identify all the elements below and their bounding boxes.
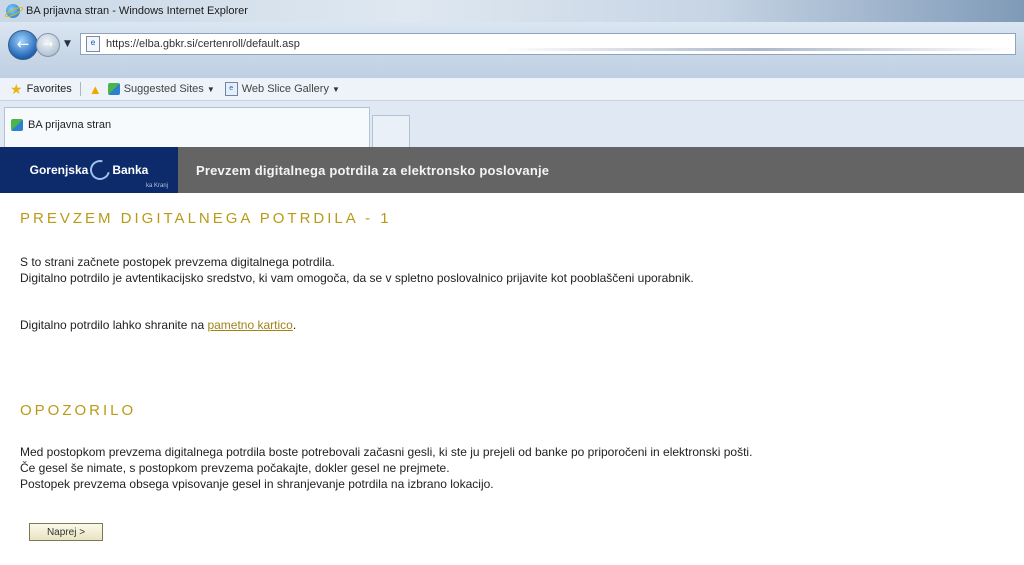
- logo-text-1: Gorenjska: [29, 163, 89, 177]
- intro-line-1: S to strani začnete postopek prevzema di…: [20, 255, 335, 269]
- warning-line-2: Če gesel še nimate, s postopkom prevzema…: [20, 461, 450, 475]
- warning-line-1: Med postopkom prevzema digitalnega potrd…: [20, 445, 753, 459]
- address-bar[interactable]: e https://elba.gbkr.si/certenroll/defaul…: [80, 33, 1016, 55]
- tab-current[interactable]: BA prijavna stran: [4, 107, 370, 147]
- add-favorite-icon[interactable]: ▲: [89, 82, 102, 97]
- navigation-bar: ← → ▼ e https://elba.gbkr.si/certenroll/…: [0, 22, 1024, 78]
- section-title-prevzem: PREVZEM DIGITALNEGA POTRDILA - 1: [20, 210, 392, 227]
- tab-bar: BA prijavna stran: [0, 101, 1024, 147]
- divider: [79, 82, 81, 96]
- page-header-title: Prevzem digitalnega potrdila za elektron…: [196, 162, 550, 178]
- suggested-sites-link[interactable]: Suggested Sites: [124, 83, 204, 95]
- web-slice-icon: e: [224, 82, 238, 96]
- page-header: Gorenjska Banka ka Kranj Prevzem digital…: [0, 147, 1024, 193]
- logo-subtext: ka Kranj: [145, 183, 168, 189]
- site-favicon-icon: [11, 119, 23, 131]
- favorites-button[interactable]: Favorites: [27, 83, 72, 95]
- page-icon: e: [86, 36, 100, 52]
- forward-button[interactable]: →: [36, 33, 60, 57]
- warning-line-3: Postopek prevzema obsega vpisovanje gese…: [20, 477, 494, 491]
- next-button[interactable]: Naprej >: [29, 523, 103, 541]
- web-slice-gallery-link[interactable]: Web Slice Gallery: [242, 83, 329, 95]
- suggested-sites-icon: [107, 83, 120, 95]
- arrow-right-icon: →: [42, 37, 54, 51]
- chevron-down-icon[interactable]: ▼: [207, 85, 215, 94]
- logo-text-2: Banka: [112, 163, 149, 177]
- address-url[interactable]: https://elba.gbkr.si/certenroll/default.…: [106, 38, 300, 50]
- section-title-opozorilo: OPOZORILO: [20, 402, 137, 419]
- favorites-bar: ★ Favorites ▲ Suggested Sites ▼ e Web Sl…: [0, 78, 1024, 101]
- arrow-left-icon: ←: [16, 35, 30, 53]
- internet-explorer-icon: [6, 4, 20, 18]
- chevron-down-icon[interactable]: ▼: [332, 85, 340, 94]
- favorites-star-icon[interactable]: ★: [10, 81, 23, 98]
- storage-text: Digitalno potrdilo lahko shranite na: [20, 318, 208, 332]
- back-button[interactable]: ←: [8, 30, 38, 60]
- window-title: BA prijavna stran - Windows Internet Exp…: [26, 5, 248, 17]
- window-titlebar: BA prijavna stran - Windows Internet Exp…: [0, 0, 1024, 22]
- toolbar-divider: [500, 48, 1016, 51]
- storage-line: Digitalno potrdilo lahko shranite na pam…: [20, 317, 1024, 333]
- storage-text-end: .: [292, 318, 297, 332]
- bank-logo: Gorenjska Banka ka Kranj: [0, 147, 178, 193]
- smart-card-link[interactable]: pametno kartico: [207, 318, 292, 332]
- history-dropdown-icon[interactable]: ▼: [64, 39, 71, 49]
- logo-swirl-icon: [86, 156, 114, 184]
- intro-line-2: Digitalno potrdilo je avtentikacijsko sr…: [20, 271, 694, 285]
- new-tab-button[interactable]: [372, 115, 410, 147]
- tab-title: BA prijavna stran: [28, 119, 112, 131]
